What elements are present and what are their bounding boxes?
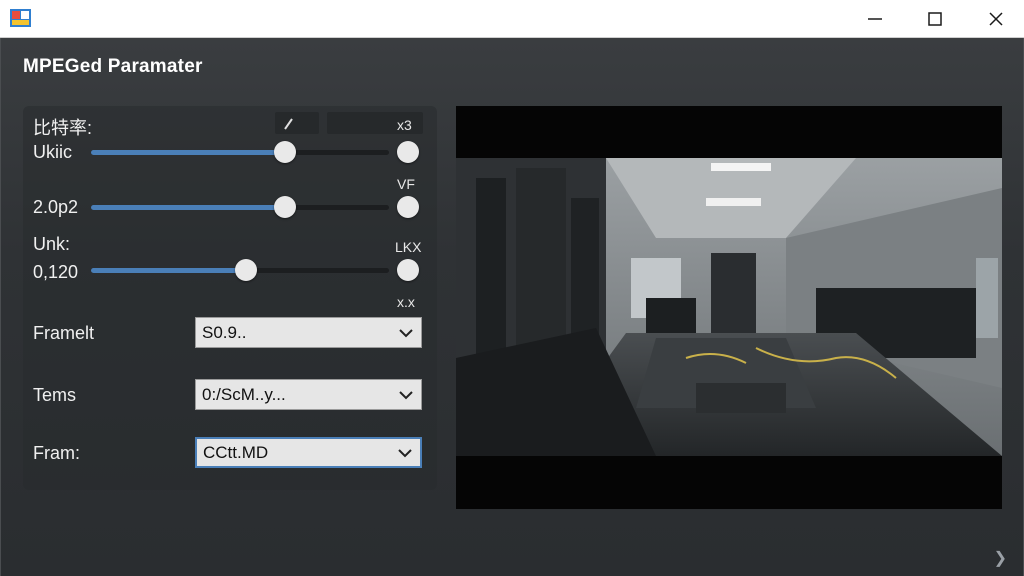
dialog-title: MPEGed Paramater [23,56,203,77]
slider-2-track[interactable] [91,205,389,210]
field-1-select[interactable]: S0.9.. [195,317,422,348]
dialog-window: MPEGed Paramater 比特率: x3 Ukiic VF 2.0p2 … [0,38,1024,576]
field-1-value: S0.9.. [202,323,247,342]
pencil-icon [284,118,293,130]
close-button[interactable] [966,0,1024,38]
field-3-label: Fram: [33,443,80,463]
title-bar [0,0,1024,38]
slider-2-label: 2.0p2 [33,197,79,217]
slider-2-end-thumb[interactable] [397,196,419,218]
field-2-label: Tems [33,385,77,405]
slider-3-end-thumb[interactable] [397,259,419,281]
field-3-select[interactable]: CCtt.MD [195,437,422,468]
field-2-value: 0:/ScM..y... [202,385,286,404]
field-2-select[interactable]: 0:/ScM..y... [195,379,422,410]
edit-button[interactable] [275,112,319,134]
field-3-value: CCtt.MD [203,443,269,462]
minimize-button[interactable] [845,0,905,38]
slider-1-end-thumb[interactable] [397,141,419,163]
slider-3-right-label: LKX [395,239,422,255]
slider-3-thumb[interactable] [234,259,257,281]
slider-1-label: Ukiic [33,142,72,162]
app-icon [10,9,31,27]
minimize-icon [868,18,882,20]
slider-3-bottom-label: x.x [397,294,415,310]
slider-2-fill [91,205,285,210]
chevron-right-icon[interactable]: ❯ [994,548,1007,568]
slider-1-track[interactable] [91,150,389,155]
chevron-down-icon [398,439,412,466]
maximize-icon [928,12,942,26]
slider-3-top-label: Unk: [33,234,71,254]
field-1-label: Framelt [33,323,95,343]
slider-1-right-label: x3 [397,117,412,133]
video-preview[interactable] [456,106,1002,509]
lab-scene-image [456,158,1002,456]
chevron-down-icon [399,380,413,409]
chevron-down-icon [399,318,413,347]
slider-3-fill [91,268,246,273]
slider-2-top-label: VF [397,176,415,192]
slider-1-top-label: 比特率: [33,118,93,138]
slider-3-label: 0,120 [33,262,79,282]
parameters-panel [23,106,437,490]
slider-2-thumb[interactable] [273,196,296,218]
slider-1-thumb[interactable] [273,141,296,163]
maximize-button[interactable] [905,0,965,38]
close-icon [989,12,1003,26]
preview-frame [456,158,1002,456]
slider-1-fill [91,150,285,155]
